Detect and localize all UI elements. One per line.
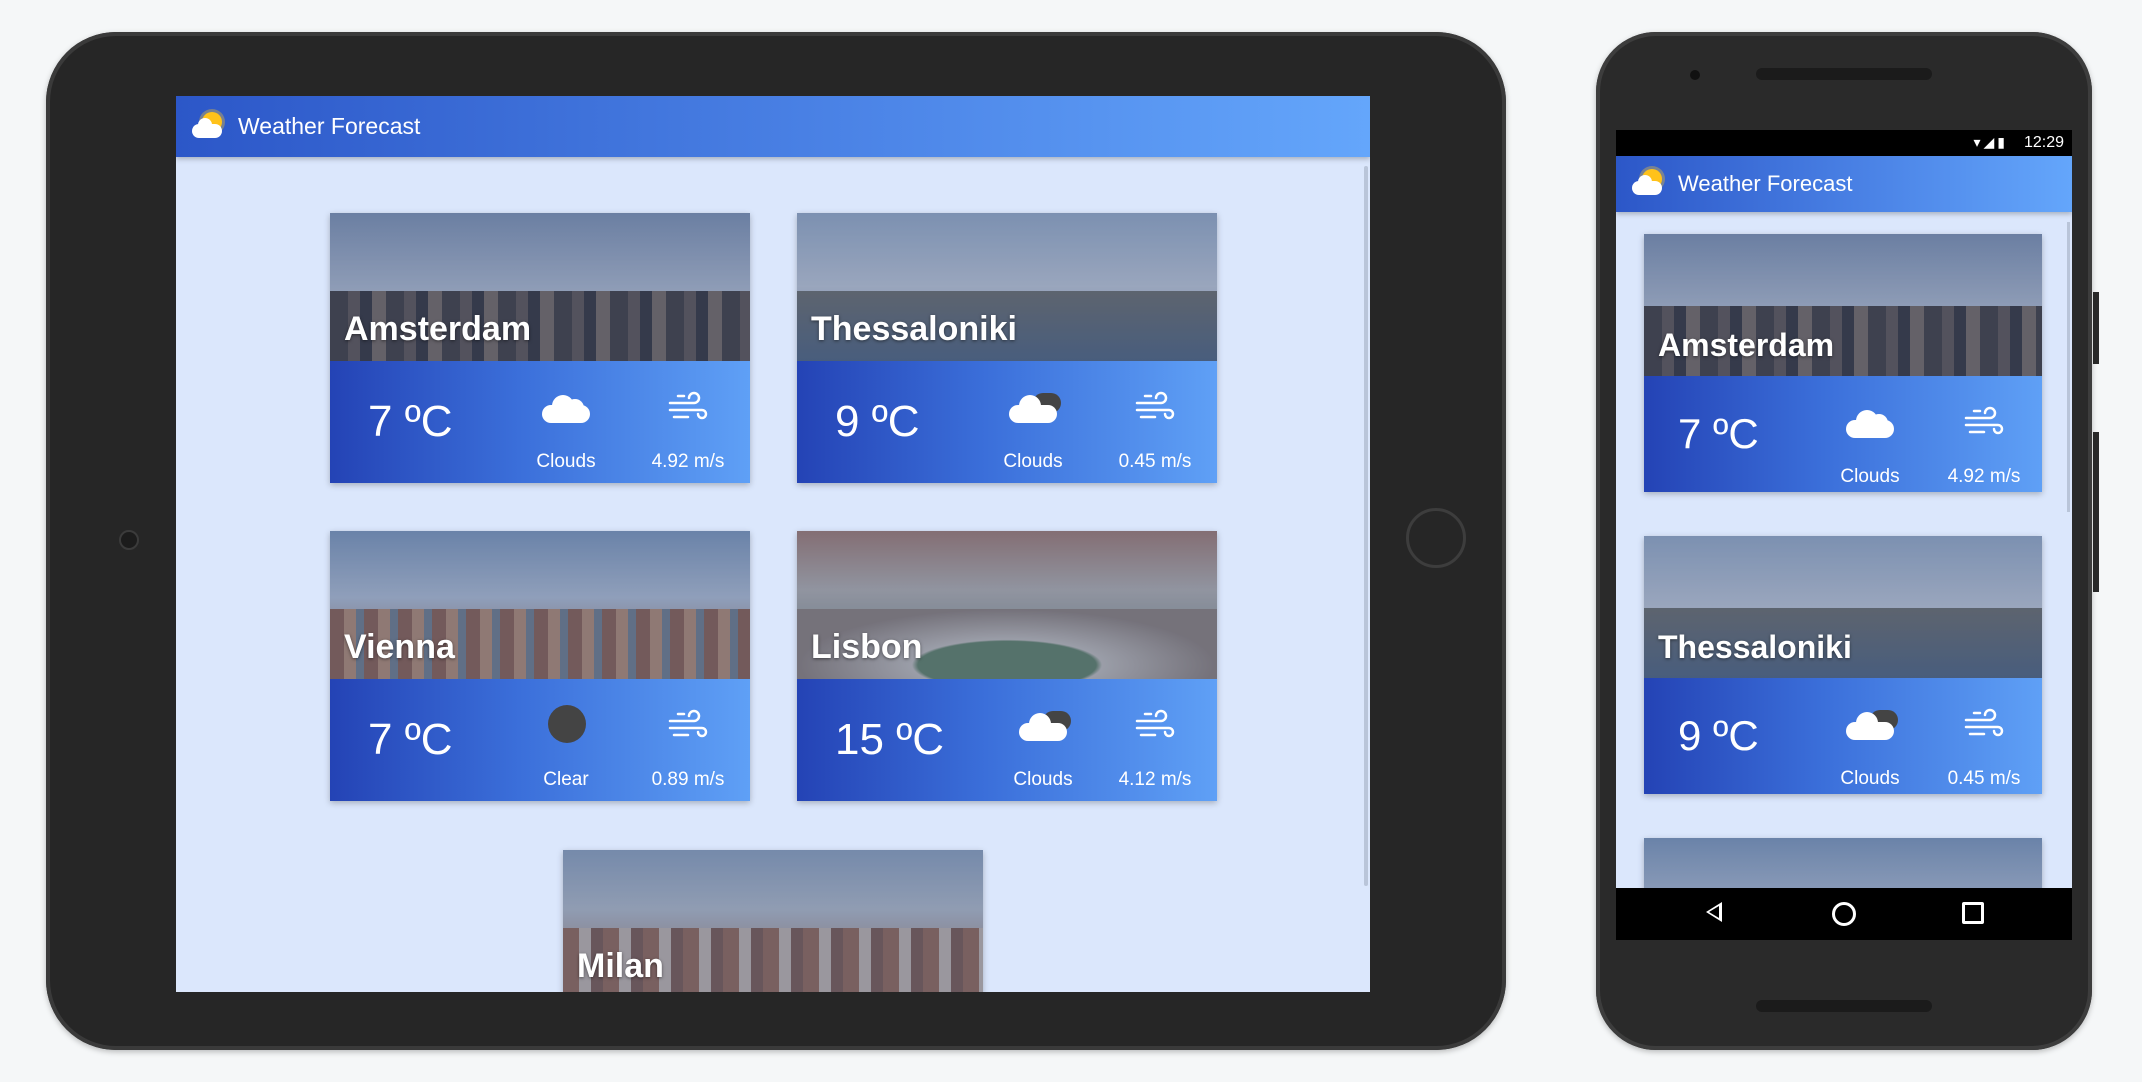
recent-apps-icon[interactable] xyxy=(1962,902,1984,924)
back-icon[interactable] xyxy=(1706,902,1722,922)
weather-info: 15 ºC Clouds 4.12 m/s xyxy=(797,679,1217,801)
home-icon[interactable] xyxy=(1832,902,1856,926)
temperature: 15 ºC xyxy=(835,715,945,764)
android-nav-bar xyxy=(1616,888,2072,940)
dark-cloud-icon xyxy=(1846,710,1898,740)
city-image: Vienna xyxy=(330,531,750,679)
temperature: 7 ºC xyxy=(1678,410,1759,457)
condition-label: Clear xyxy=(543,769,589,790)
city-name: Lisbon xyxy=(811,628,923,666)
phone-camera xyxy=(1690,70,1700,80)
wind-icon xyxy=(1135,709,1175,738)
dark-cloud-icon xyxy=(1019,711,1071,741)
phone-volume-button xyxy=(2093,432,2099,592)
city-image: Amsterdam xyxy=(1644,234,2042,376)
clear-icon xyxy=(548,705,586,743)
tablet-device: Weather Forecast Amsterdam 7 ºC Clouds 4… xyxy=(46,32,1506,1050)
phone-speaker-bottom xyxy=(1756,1000,1932,1012)
cloud-icon xyxy=(542,393,590,423)
city-card-amsterdam[interactable]: Amsterdam 7 ºC Clouds 4.92 m/s xyxy=(1644,234,2042,492)
weather-info: 9 ºC Clouds 0.45 m/s xyxy=(797,361,1217,483)
city-card-lisbon[interactable]: Lisbon 15 ºC Clouds 4.12 m/s xyxy=(797,531,1217,801)
city-image: Milan xyxy=(563,850,983,992)
city-card-thessaloniki[interactable]: Thessaloniki 9 ºC Clouds 0.45 m/s xyxy=(1644,536,2042,794)
wind-icon xyxy=(1135,391,1175,420)
wind-icon xyxy=(668,709,708,738)
app-bar: Weather Forecast xyxy=(176,96,1370,157)
wind-speed: 0.45 m/s xyxy=(1118,451,1192,472)
temperature: 7 ºC xyxy=(368,397,453,446)
weather-info: 7 ºC Clouds 4.92 m/s xyxy=(330,361,750,483)
temperature: 9 ºC xyxy=(1678,712,1759,759)
wind-icon xyxy=(1964,406,2004,435)
wind-speed: 0.45 m/s xyxy=(1947,768,2021,789)
city-card-thessaloniki[interactable]: Thessaloniki 9 ºC Clouds 0.45 m/s xyxy=(797,213,1217,483)
city-name: Amsterdam xyxy=(344,310,532,348)
condition-label: Clouds xyxy=(536,451,596,472)
dark-cloud-icon xyxy=(1009,393,1061,423)
scrollbar[interactable] xyxy=(1364,166,1368,886)
wind-speed: 0.89 m/s xyxy=(651,769,725,790)
wind-speed: 4.92 m/s xyxy=(651,451,725,472)
city-card-amsterdam[interactable]: Amsterdam 7 ºC Clouds 4.92 m/s xyxy=(330,213,750,483)
wind-icon xyxy=(1964,708,2004,737)
app-bar: Weather Forecast xyxy=(1616,156,2072,212)
city-card-milan[interactable]: Milan xyxy=(563,850,983,992)
city-name: Amsterdam xyxy=(1658,327,1835,363)
weather-logo-icon xyxy=(190,110,226,144)
status-bar: ▾◢▮ 12:29 xyxy=(1616,130,2072,156)
scrollbar[interactable] xyxy=(2067,222,2070,512)
city-name: Vienna xyxy=(344,628,455,666)
tablet-screen: Weather Forecast Amsterdam 7 ºC Clouds 4… xyxy=(176,96,1370,992)
phone-speaker xyxy=(1756,68,1932,80)
temperature: 9 ºC xyxy=(835,397,920,446)
weather-info: 7 ºC Clear 0.89 m/s xyxy=(330,679,750,801)
city-image: Thessaloniki xyxy=(797,213,1217,361)
temperature: 7 ºC xyxy=(368,715,453,764)
condition-label: Clouds xyxy=(1840,466,1900,487)
city-image: Amsterdam xyxy=(330,213,750,361)
wind-speed: 4.92 m/s xyxy=(1947,466,2021,487)
city-image: Thessaloniki xyxy=(1644,536,2042,678)
city-name: Milan xyxy=(577,947,664,985)
wind-speed: 4.12 m/s xyxy=(1118,769,1192,790)
weather-info: 7 ºC Clouds 4.92 m/s xyxy=(1644,376,2042,492)
phone-device: ▾◢▮ 12:29 Weather Forecast Amsterdam 7 º… xyxy=(1596,32,2092,1050)
weather-info: 9 ºC Clouds 0.45 m/s xyxy=(1644,678,2042,794)
app-title: Weather Forecast xyxy=(1678,171,1853,196)
wind-icon xyxy=(668,391,708,420)
phone-screen: ▾◢▮ 12:29 Weather Forecast Amsterdam 7 º… xyxy=(1616,130,2072,940)
app-title: Weather Forecast xyxy=(238,113,421,139)
city-card-vienna[interactable]: Vienna 7 ºC Clear 0.89 m/s xyxy=(330,531,750,801)
condition-label: Clouds xyxy=(1013,769,1073,790)
city-image: Lisbon xyxy=(797,531,1217,679)
phone-power-button xyxy=(2093,292,2099,364)
weather-logo-icon xyxy=(1630,167,1666,201)
status-time: 12:29 xyxy=(2023,134,2064,151)
condition-label: Clouds xyxy=(1003,451,1063,472)
city-name: Thessaloniki xyxy=(1658,629,1852,665)
tablet-camera xyxy=(119,530,139,550)
tablet-home-button[interactable] xyxy=(1406,508,1466,568)
status-icons: ▾◢▮ xyxy=(1973,134,2008,150)
condition-label: Clouds xyxy=(1840,768,1900,789)
cloud-icon xyxy=(1846,408,1894,438)
city-name: Thessaloniki xyxy=(811,310,1017,348)
